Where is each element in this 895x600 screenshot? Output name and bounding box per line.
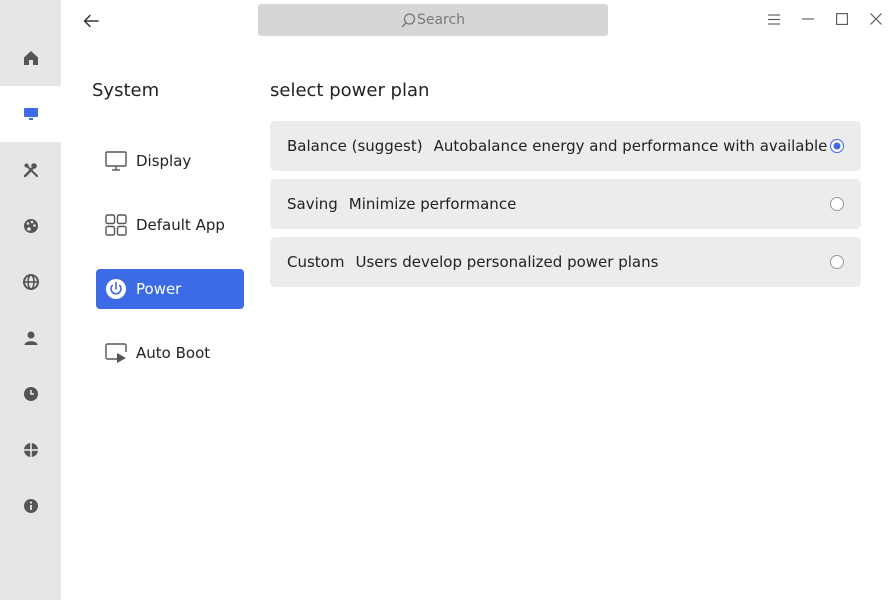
user-icon <box>24 331 37 345</box>
monitor-icon <box>104 149 128 173</box>
plan-option-balance[interactable]: Balance (suggest) Autobalance energy and… <box>270 121 861 171</box>
grid-icon <box>104 213 128 237</box>
category-rail <box>0 0 61 600</box>
menu-button[interactable] <box>765 10 783 28</box>
nav-item-label: Display <box>136 152 192 170</box>
clock-icon <box>23 387 38 401</box>
nav-item-label: Auto Boot <box>136 344 211 362</box>
tools-icon <box>23 163 38 178</box>
close-icon <box>870 13 882 25</box>
close-button[interactable] <box>867 10 885 28</box>
autoboot-icon <box>104 341 128 365</box>
minimize-button[interactable] <box>799 10 817 28</box>
globe-icon <box>22 274 39 290</box>
nav-item-label: Power <box>136 280 182 298</box>
plan-radio[interactable] <box>830 255 844 269</box>
search-input[interactable]: Search <box>258 4 608 36</box>
back-button[interactable] <box>80 10 102 32</box>
power-icon <box>104 277 128 301</box>
update-icon <box>23 443 38 457</box>
plan-description: Minimize performance <box>348 195 517 213</box>
menu-icon <box>768 13 780 25</box>
nav-item-label: Default App <box>136 216 225 234</box>
system-icon <box>23 108 38 120</box>
plan-option-saving[interactable]: Saving Minimize performance <box>270 179 861 229</box>
home-icon <box>23 51 38 65</box>
nav-item-default-app[interactable]: Default App <box>96 205 244 245</box>
plan-name: Custom <box>287 253 345 271</box>
nav-item-display[interactable]: Display <box>96 141 244 181</box>
plan-option-custom[interactable]: Custom Users develop personalized power … <box>270 237 861 287</box>
rail-item-tools[interactable] <box>0 142 61 198</box>
palette-icon <box>23 219 38 233</box>
maximize-icon <box>836 13 848 25</box>
rail-item-datetime[interactable] <box>0 366 61 422</box>
nav-item-power[interactable]: Power <box>96 269 244 309</box>
section-title: System <box>92 80 160 101</box>
search-icon <box>401 12 416 27</box>
power-plan-title: select power plan <box>270 80 430 101</box>
rail-item-update[interactable] <box>0 422 61 478</box>
rail-item-account[interactable] <box>0 310 61 366</box>
plan-description: Autobalance energy and performance with … <box>433 137 834 155</box>
search-placeholder: Search <box>416 12 466 28</box>
rail-item-network[interactable] <box>0 254 61 310</box>
arrow-left-icon <box>83 14 99 28</box>
nav-item-auto-boot[interactable]: Auto Boot <box>96 333 244 373</box>
info-icon <box>23 499 38 513</box>
plan-name: Saving <box>287 195 338 213</box>
rail-item-personalize[interactable] <box>0 198 61 254</box>
plan-radio[interactable] <box>830 139 844 153</box>
rail-item-home[interactable] <box>0 30 61 86</box>
minimize-icon <box>802 18 814 20</box>
rail-item-about[interactable] <box>0 478 61 534</box>
plan-radio[interactable] <box>830 197 844 211</box>
rail-item-system[interactable] <box>0 86 61 142</box>
plan-description: Users develop personalized power plans <box>355 253 659 271</box>
maximize-button[interactable] <box>833 10 851 28</box>
plan-name: Balance (suggest) <box>287 137 423 155</box>
